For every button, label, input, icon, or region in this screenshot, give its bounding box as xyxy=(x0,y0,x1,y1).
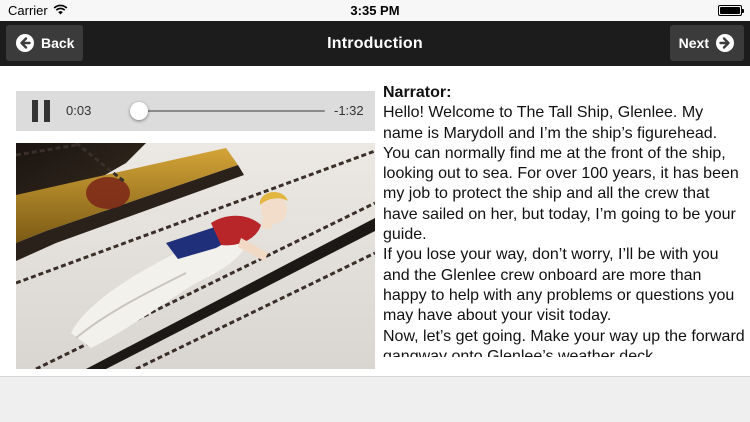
narration-paragraph: Now, let’s get going. Make your way up t… xyxy=(383,327,745,357)
battery-icon xyxy=(718,5,744,16)
pause-icon[interactable] xyxy=(32,100,52,122)
narration-paragraph: Hello! Welcome to The Tall Ship, Glenlee… xyxy=(383,104,739,244)
progress-slider-thumb[interactable] xyxy=(129,102,148,120)
status-bar: Carrier 3:35 PM xyxy=(0,0,750,21)
carrier-label: Carrier xyxy=(8,3,48,18)
speaker-label: Narrator: xyxy=(383,84,452,101)
remaining-time: -1:32 xyxy=(334,103,364,118)
wifi-icon xyxy=(53,3,68,18)
navigation-bar: Back Introduction Next xyxy=(0,21,750,66)
arrow-right-icon xyxy=(716,34,734,52)
narration-paragraph: If you lose your way, don’t worry, I’ll … xyxy=(383,246,735,325)
status-left: Carrier xyxy=(8,3,68,18)
elapsed-time: 0:03 xyxy=(66,103,92,118)
figurehead-illustration xyxy=(16,143,375,369)
back-label: Back xyxy=(41,35,75,51)
battery-level xyxy=(720,7,740,14)
back-button[interactable]: Back xyxy=(6,25,83,61)
arrow-left-icon xyxy=(16,34,34,52)
figurehead-photo xyxy=(16,143,375,369)
narration-text: Narrator: Hello! Welcome to The Tall Shi… xyxy=(383,83,745,357)
status-time: 3:35 PM xyxy=(350,3,400,18)
main-content: 0:03 -1:32 Narrator: Hello! Welcome to T… xyxy=(0,66,750,376)
next-button[interactable]: Next xyxy=(670,25,744,61)
next-label: Next xyxy=(678,35,709,51)
progress-track[interactable] xyxy=(133,110,325,112)
page-title: Introduction xyxy=(327,34,423,52)
app-screen: Carrier 3:35 PM Back Introduction Next 0… xyxy=(0,0,750,422)
audio-player: 0:03 -1:32 xyxy=(16,91,375,131)
bottom-toolbar-area xyxy=(0,376,750,422)
